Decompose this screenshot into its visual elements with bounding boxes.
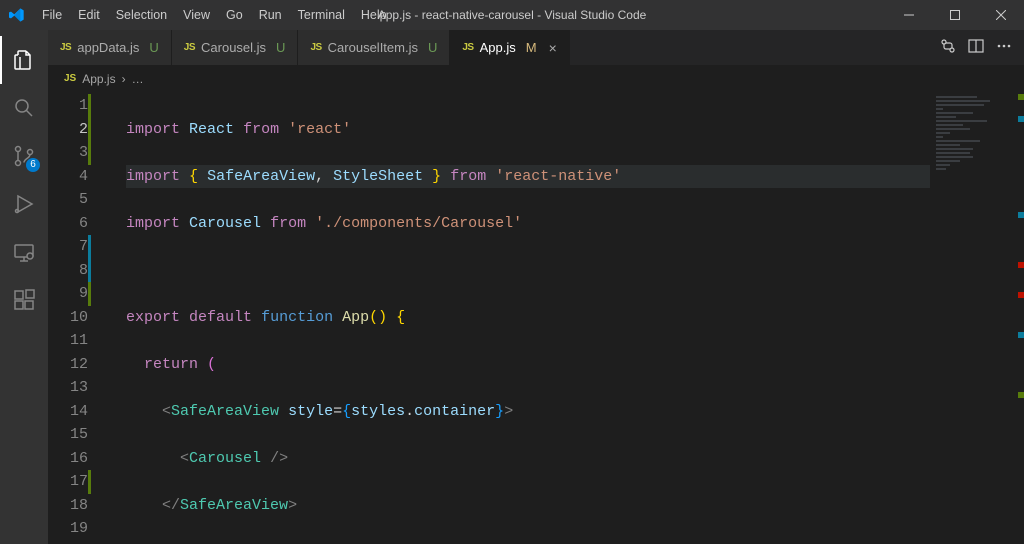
js-icon: JS [462, 42, 473, 53]
search-icon[interactable] [0, 84, 48, 132]
explorer-icon[interactable] [0, 36, 48, 84]
chevron-right-icon: › [122, 72, 126, 86]
extensions-icon[interactable] [0, 276, 48, 324]
source-control-icon[interactable]: 6 [0, 132, 48, 180]
maximize-button[interactable] [932, 0, 978, 30]
vscode-icon [8, 6, 26, 24]
tab-label: appData.js [77, 40, 139, 55]
minimap[interactable] [930, 92, 1010, 544]
title-bar: File Edit Selection View Go Run Terminal… [0, 0, 1024, 30]
line-number-gutter: 1 2 3 4 5 6 7 8 9 10 11 12 13 14 15 16 1… [48, 92, 106, 544]
js-icon: JS [64, 73, 76, 84]
menu-view[interactable]: View [175, 0, 218, 30]
js-icon: JS [184, 42, 195, 53]
tab-bar: JS appData.js U JS Carousel.js U JS Caro… [48, 30, 1024, 66]
menu-file[interactable]: File [34, 0, 70, 30]
tab-carouselitem[interactable]: JS CarouselItem.js U [298, 30, 450, 65]
remote-explorer-icon[interactable] [0, 228, 48, 276]
tab-label: CarouselItem.js [328, 40, 418, 55]
compare-changes-icon[interactable] [940, 38, 956, 57]
menu-selection[interactable]: Selection [108, 0, 175, 30]
split-editor-icon[interactable] [968, 38, 984, 57]
menu-edit[interactable]: Edit [70, 0, 108, 30]
scm-badge: 6 [26, 158, 40, 172]
run-debug-icon[interactable] [0, 180, 48, 228]
minimize-button[interactable] [886, 0, 932, 30]
window-title: App.js - react-native-carousel - Visual … [378, 8, 647, 22]
editor[interactable]: 1 2 3 4 5 6 7 8 9 10 11 12 13 14 15 16 1… [48, 92, 1024, 544]
tab-carousel[interactable]: JS Carousel.js U [172, 30, 299, 65]
tab-status: U [276, 40, 285, 55]
more-actions-icon[interactable] [996, 38, 1012, 57]
tab-status: U [149, 40, 158, 55]
window-controls [886, 0, 1024, 30]
tab-close-icon[interactable]: × [549, 41, 557, 55]
menu-go[interactable]: Go [218, 0, 251, 30]
menu-terminal[interactable]: Terminal [290, 0, 353, 30]
code-area[interactable]: import React from 'react' import { SafeA… [106, 92, 930, 544]
editor-actions [928, 30, 1024, 65]
tab-app[interactable]: JS App.js M × [450, 30, 569, 65]
tab-status: U [428, 40, 437, 55]
close-button[interactable] [978, 0, 1024, 30]
tab-appdata[interactable]: JS appData.js U [48, 30, 172, 65]
activity-bar: 6 [0, 30, 48, 544]
tab-status: M [526, 40, 537, 55]
js-icon: JS [310, 42, 321, 53]
tab-label: App.js [480, 40, 516, 55]
js-icon: JS [60, 42, 71, 53]
tab-label: Carousel.js [201, 40, 266, 55]
breadcrumbs[interactable]: JS App.js › … [48, 66, 1024, 92]
menu-run[interactable]: Run [251, 0, 290, 30]
breadcrumb-rest: … [132, 72, 144, 86]
overview-ruler[interactable] [1010, 92, 1024, 544]
breadcrumb-file: App.js [82, 72, 115, 86]
